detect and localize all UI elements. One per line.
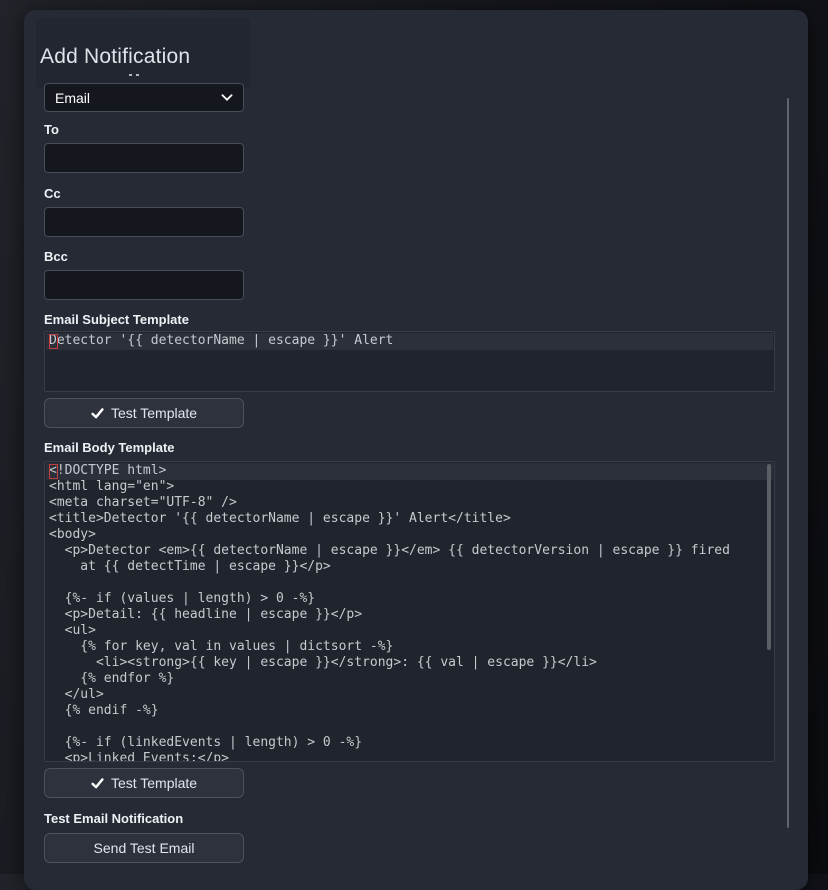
add-notification-dialog: Add Notification Email To Cc Bcc Email S… (24, 10, 808, 890)
notification-type-select[interactable]: Email (44, 83, 244, 112)
check-icon (91, 407, 104, 420)
dialog-vertical-scrollbar[interactable] (787, 98, 789, 828)
notification-type-value: Email (55, 90, 90, 106)
email-body-template-label: Email Body Template (44, 440, 175, 456)
check-icon (91, 777, 104, 790)
test-body-template-button[interactable]: Test Template (44, 768, 244, 798)
to-label: To (44, 122, 59, 138)
cc-label: Cc (44, 186, 61, 202)
test-template-label: Test Template (111, 775, 197, 791)
send-test-email-button[interactable]: Send Test Email (44, 833, 244, 863)
block-cursor (49, 334, 58, 349)
editor-vertical-scrollbar[interactable] (767, 464, 771, 650)
page-title: Add Notification (40, 45, 190, 69)
test-email-notification-label: Test Email Notification (44, 811, 183, 827)
test-template-label: Test Template (111, 405, 197, 421)
email-subject-template-editor[interactable]: Detector '{{ detectorName | escape }}' A… (44, 331, 775, 392)
to-input[interactable] (44, 143, 244, 173)
send-test-email-label: Send Test Email (94, 840, 195, 856)
test-subject-template-button[interactable]: Test Template (44, 398, 244, 428)
cc-input[interactable] (44, 207, 244, 237)
email-body-template-editor[interactable]: <!DOCTYPE html> <html lang="en"> <meta c… (44, 461, 775, 762)
email-subject-template-label: Email Subject Template (44, 312, 189, 328)
block-cursor (49, 464, 58, 479)
bcc-input[interactable] (44, 270, 244, 300)
clipped-text-artifact (129, 74, 139, 76)
chevron-down-icon (221, 94, 233, 102)
bcc-label: Bcc (44, 249, 68, 265)
email-subject-template-code[interactable]: Detector '{{ detectorName | escape }}' A… (45, 332, 774, 349)
email-body-template-code[interactable]: <!DOCTYPE html> <html lang="en"> <meta c… (45, 462, 774, 762)
